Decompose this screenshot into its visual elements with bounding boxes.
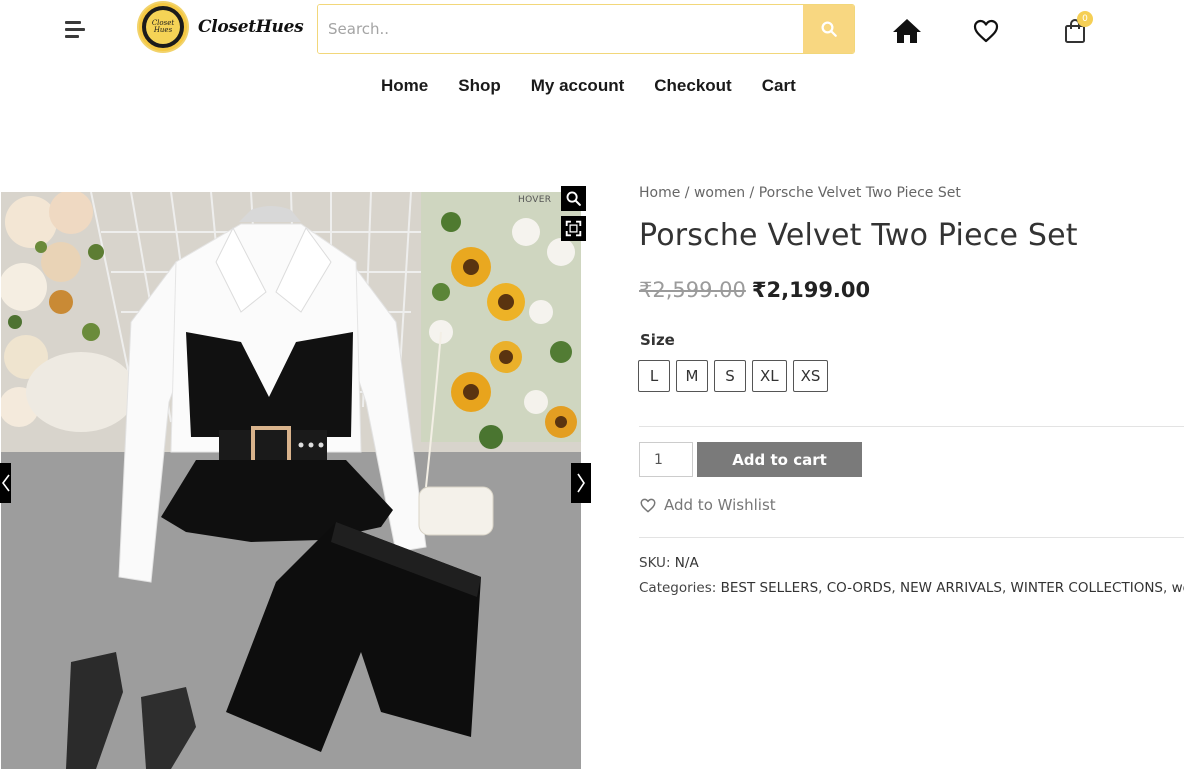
logo-badge: Closet Hues (139, 3, 187, 51)
breadcrumb-category[interactable]: women (694, 185, 745, 201)
regular-price: ₹2,599.00 (639, 278, 746, 302)
category-link[interactable]: women (1172, 580, 1184, 596)
size-option-xl[interactable]: XL (752, 360, 787, 392)
product-price: ₹2,599.00 ₹2,199.00 (639, 278, 870, 302)
categories-label: Categories: (639, 580, 717, 596)
gallery-prev-button[interactable] (0, 463, 11, 503)
add-to-wishlist-link[interactable]: Add to Wishlist (640, 496, 776, 514)
chevron-right-icon (577, 473, 585, 493)
magnifier-icon (566, 191, 581, 206)
chevron-left-icon (1, 474, 10, 492)
cart-count-badge: 0 (1077, 11, 1093, 27)
breadcrumb-separator: / (680, 185, 694, 201)
categories-line: Categories: BEST SELLERS, CO-ORDS, NEW A… (639, 580, 1184, 596)
breadcrumb-home[interactable]: Home (639, 185, 680, 201)
product-title: Porsche Velvet Two Piece Set (639, 218, 1078, 253)
logo-badge-text: Closet Hues (146, 10, 180, 44)
product-image[interactable] (1, 192, 581, 769)
search-icon (821, 21, 837, 37)
product-photo (1, 192, 581, 769)
home-icon[interactable] (891, 16, 923, 46)
breadcrumb: Home / women / Porsche Velvet Two Piece … (639, 185, 961, 201)
size-option-s[interactable]: S (714, 360, 746, 392)
size-label: Size (640, 331, 675, 349)
fullscreen-button[interactable] (561, 216, 586, 241)
divider (639, 426, 1184, 427)
category-link[interactable]: BEST SELLERS (721, 580, 819, 596)
category-link[interactable]: CO-ORDS (827, 580, 892, 596)
quantity-input[interactable] (639, 442, 693, 477)
nav-checkout[interactable]: Checkout (654, 76, 731, 96)
size-option-l[interactable]: L (638, 360, 670, 392)
size-option-m[interactable]: M (676, 360, 708, 392)
sale-price: ₹2,199.00 (751, 278, 871, 302)
category-link[interactable]: NEW ARRIVALS (900, 580, 1002, 596)
breadcrumb-current: Porsche Velvet Two Piece Set (758, 185, 961, 201)
divider (639, 537, 1184, 538)
nav-home[interactable]: Home (381, 76, 428, 96)
sku-line: SKU: N/A (639, 555, 699, 571)
search-button[interactable] (803, 5, 854, 53)
size-option-xs[interactable]: XS (792, 360, 829, 392)
sku-value: N/A (674, 555, 699, 571)
nav-shop[interactable]: Shop (458, 76, 501, 96)
site-logo[interactable]: Closet Hues ClosetHues (139, 3, 304, 51)
size-options: L M S XL XS (638, 360, 834, 392)
nav-my-account[interactable]: My account (531, 76, 625, 96)
search-bar (317, 4, 855, 54)
brand-name: ClosetHues (198, 17, 304, 37)
gallery-next-button[interactable] (571, 463, 591, 503)
wishlist-heart-icon[interactable] (972, 18, 1000, 44)
search-input[interactable] (318, 5, 803, 53)
hover-hint-label: HOVER (518, 195, 552, 205)
wishlist-label: Add to Wishlist (664, 496, 776, 514)
category-link[interactable]: WINTER COLLECTIONS (1011, 580, 1163, 596)
sku-label: SKU: (639, 555, 671, 571)
breadcrumb-separator: / (745, 185, 759, 201)
nav-cart[interactable]: Cart (762, 76, 796, 96)
heart-outline-icon (640, 498, 656, 512)
menu-toggle-icon[interactable] (65, 20, 87, 40)
fullscreen-icon (565, 220, 582, 237)
add-to-cart-button[interactable]: Add to cart (697, 442, 862, 477)
zoom-button[interactable] (561, 186, 586, 211)
